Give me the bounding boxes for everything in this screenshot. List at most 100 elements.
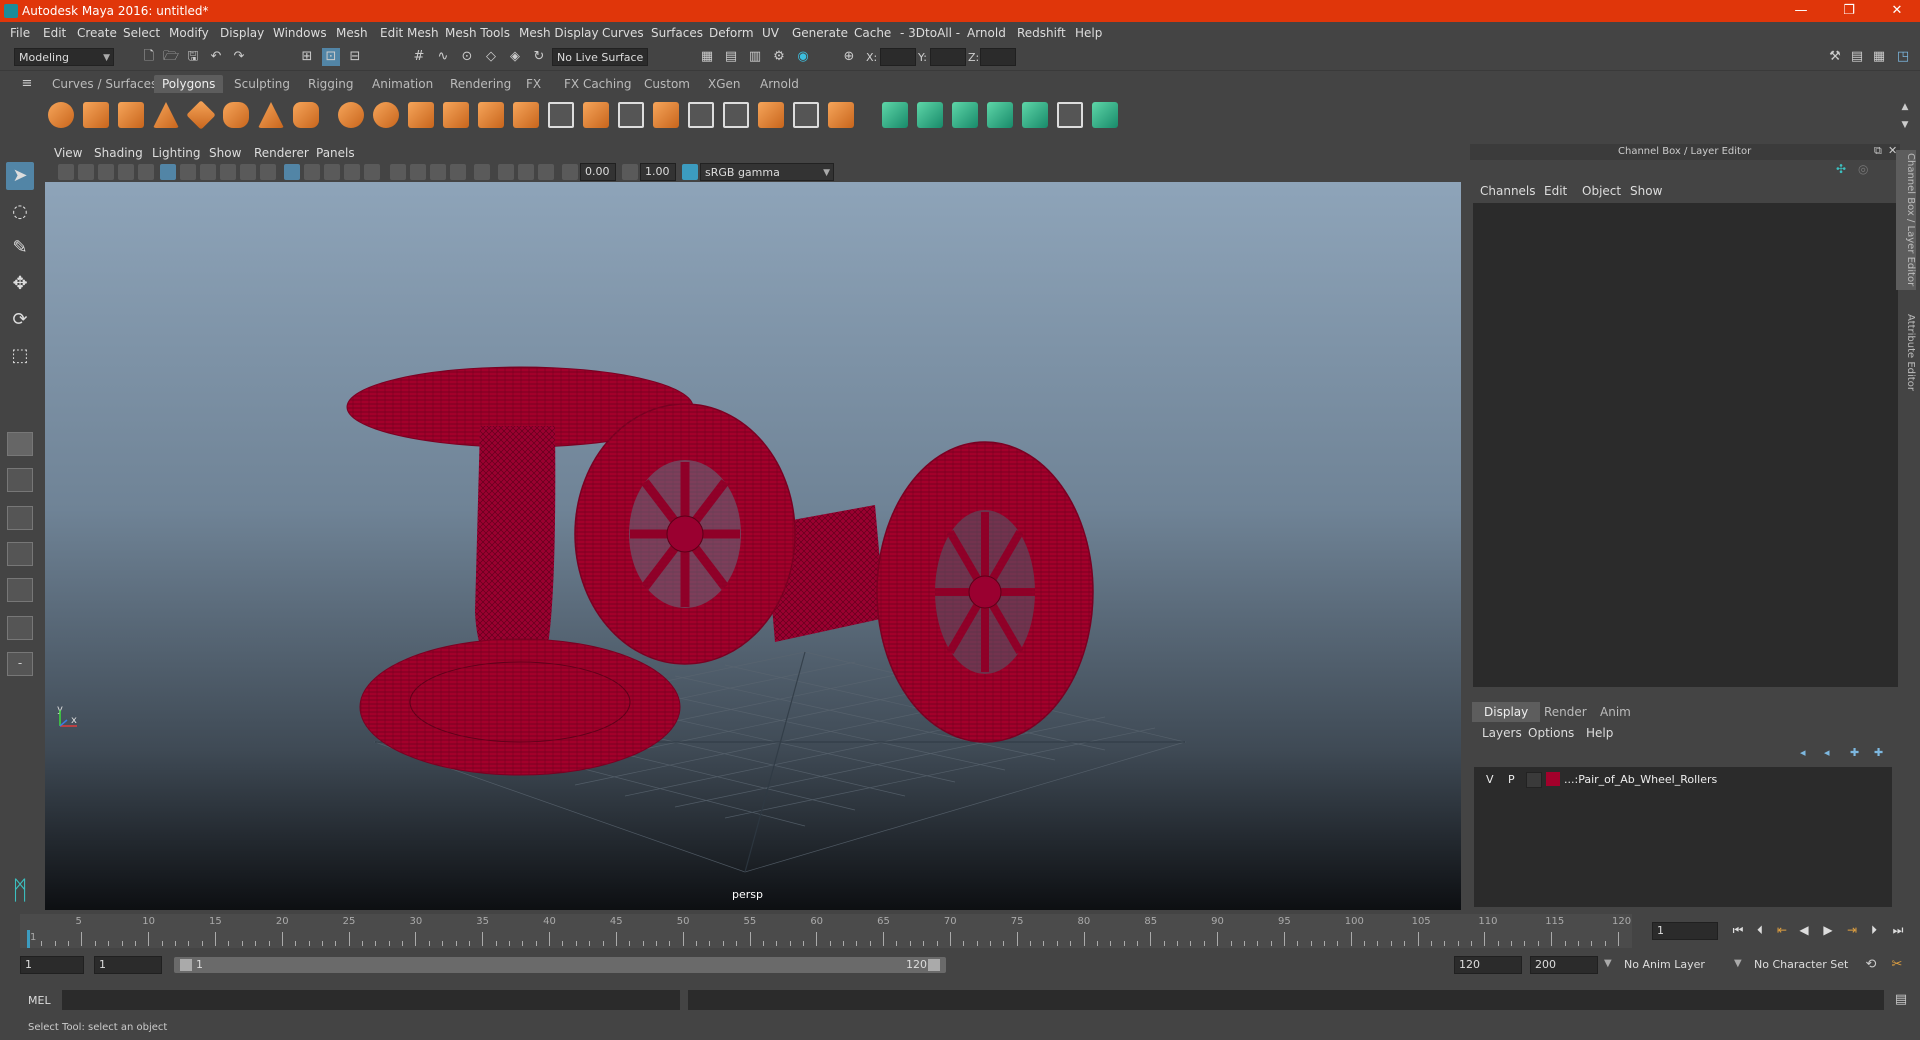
- grid-icon[interactable]: [160, 164, 176, 180]
- save-scene-icon[interactable]: 🖫: [184, 48, 202, 66]
- menu-windows[interactable]: Windows: [273, 26, 327, 40]
- script-editor-icon[interactable]: ▤: [1892, 991, 1910, 1009]
- persp-graph-layout-icon[interactable]: [7, 542, 33, 566]
- textured-icon[interactable]: [344, 164, 360, 180]
- paint-select-tool-icon[interactable]: ✎: [6, 234, 34, 262]
- fill-hole-icon[interactable]: [653, 102, 679, 128]
- move-layer-down-icon[interactable]: ◂: [1824, 746, 1830, 759]
- smooth-icon[interactable]: [478, 102, 504, 128]
- chevron-down-icon[interactable]: ▼: [1734, 958, 1742, 969]
- close-button[interactable]: ✕: [1874, 0, 1920, 22]
- range-start-handle[interactable]: [180, 959, 192, 971]
- multi-cut-icon[interactable]: [688, 102, 714, 128]
- shelf-tab-polygons[interactable]: Polygons: [154, 75, 224, 93]
- float-panel-icon[interactable]: ⧉: [1874, 144, 1882, 158]
- snap-curve-icon[interactable]: ∿: [434, 48, 452, 66]
- command-input[interactable]: [62, 990, 680, 1010]
- select-tool-icon[interactable]: ➤: [6, 162, 34, 190]
- render-settings-icon[interactable]: ⚙: [770, 48, 788, 66]
- viewport-menu-panels[interactable]: Panels: [316, 146, 355, 160]
- channel-box-menu-object[interactable]: Object: [1582, 184, 1621, 198]
- hypershade-icon[interactable]: ◉: [794, 48, 812, 66]
- layer-playback-toggle[interactable]: P: [1508, 773, 1515, 786]
- extract-icon[interactable]: [408, 102, 434, 128]
- viewport-menu-lighting[interactable]: Lighting: [152, 146, 201, 160]
- poly-cone-icon[interactable]: [153, 102, 179, 128]
- redo-icon[interactable]: ↷: [230, 48, 248, 66]
- four-view-layout-icon[interactable]: [7, 468, 33, 492]
- z-coordinate-field[interactable]: [980, 48, 1016, 66]
- menu-3dtoall[interactable]: - 3DtoAll -: [900, 26, 960, 40]
- target-weld-icon[interactable]: [723, 102, 749, 128]
- poly-cube-icon[interactable]: [83, 102, 109, 128]
- menu-surfaces[interactable]: Surfaces: [651, 26, 703, 40]
- gamma-icon[interactable]: [622, 164, 638, 180]
- current-time-indicator[interactable]: [27, 930, 30, 948]
- resolution-gate-icon[interactable]: [200, 164, 216, 180]
- snap-point-icon[interactable]: ⊙: [458, 48, 476, 66]
- camera-attributes-icon[interactable]: [78, 164, 94, 180]
- menu-edit-mesh[interactable]: Edit Mesh: [380, 26, 439, 40]
- shelf-tab-fx[interactable]: FX: [518, 75, 549, 93]
- mirror-icon[interactable]: [758, 102, 784, 128]
- persp-outliner-layout-icon[interactable]: [7, 506, 33, 530]
- menu-uv[interactable]: UV: [762, 26, 779, 40]
- minimize-button[interactable]: —: [1778, 0, 1824, 22]
- shadows-icon[interactable]: [390, 164, 406, 180]
- step-back-key-icon[interactable]: ⏴: [1750, 920, 1770, 940]
- layout-more-icon[interactable]: -: [7, 652, 33, 676]
- open-scene-icon[interactable]: 🗁: [162, 48, 180, 66]
- uv-unfold-icon[interactable]: [1022, 102, 1048, 128]
- backface-culling-icon[interactable]: [538, 164, 554, 180]
- separate-icon[interactable]: [373, 102, 399, 128]
- poly-cylinder-icon[interactable]: [118, 102, 144, 128]
- menu-cache[interactable]: Cache: [854, 26, 891, 40]
- lasso-tool-icon[interactable]: ◌: [6, 198, 34, 226]
- perspective-viewport[interactable]: y x: [45, 182, 1461, 910]
- shelf-scroll-down-icon[interactable]: ▼: [1896, 116, 1914, 134]
- go-to-end-icon[interactable]: ⏭: [1888, 920, 1908, 940]
- menu-mesh-tools[interactable]: Mesh Tools: [445, 26, 510, 40]
- field-chart-icon[interactable]: [240, 164, 256, 180]
- default-material-icon[interactable]: [324, 164, 340, 180]
- layer-type-toggle[interactable]: [1526, 772, 1542, 788]
- viewport-menu-renderer[interactable]: Renderer: [254, 146, 309, 160]
- quad-draw-icon[interactable]: [793, 102, 819, 128]
- menu-redshift[interactable]: Redshift: [1017, 26, 1066, 40]
- move-layer-up-icon[interactable]: ◂: [1800, 746, 1806, 759]
- render-icon[interactable]: ▤: [722, 48, 740, 66]
- menu-modify[interactable]: Modify: [169, 26, 209, 40]
- y-coordinate-field[interactable]: [930, 48, 966, 66]
- average-vertices-icon[interactable]: [513, 102, 539, 128]
- poly-pipe-icon[interactable]: [293, 102, 319, 128]
- film-gate-icon[interactable]: [180, 164, 196, 180]
- menu-set-dropdown[interactable]: Modeling ▼: [14, 48, 114, 66]
- attribute-editor-side-tab[interactable]: Attribute Editor: [1896, 310, 1916, 394]
- exposure-field[interactable]: 0.00: [580, 163, 616, 181]
- step-back-frame-icon[interactable]: ⇤: [1772, 920, 1792, 940]
- viewport-menu-show[interactable]: Show: [209, 146, 241, 160]
- channel-box-menu-edit[interactable]: Edit: [1544, 184, 1567, 198]
- auto-key-icon[interactable]: ⟲: [1862, 956, 1880, 974]
- layer-color-swatch[interactable]: [1546, 772, 1560, 786]
- channel-box-menu-show[interactable]: Show: [1630, 184, 1662, 198]
- menu-create[interactable]: Create: [77, 26, 117, 40]
- xray-icon[interactable]: [498, 164, 514, 180]
- shelf-menu-icon[interactable]: ≡: [18, 75, 36, 93]
- bridge-icon[interactable]: [583, 102, 609, 128]
- select-object-icon[interactable]: ⊡: [322, 48, 340, 66]
- shelf-tab-curves-surfaces[interactable]: Curves / Surfaces: [44, 75, 165, 93]
- shelf-tab-rendering[interactable]: Rendering: [442, 75, 519, 93]
- command-language-label[interactable]: MEL: [28, 994, 51, 1007]
- layer-visibility-toggle[interactable]: V: [1486, 773, 1494, 786]
- shelf-tab-arnold[interactable]: Arnold: [752, 75, 807, 93]
- step-forward-frame-icon[interactable]: ⇥: [1842, 920, 1862, 940]
- render-view-icon[interactable]: ▦: [698, 48, 716, 66]
- undo-icon[interactable]: ↶: [207, 48, 225, 66]
- color-space-dropdown[interactable]: sRGB gamma ▼: [700, 163, 834, 181]
- use-lights-icon[interactable]: [364, 164, 380, 180]
- channel-box-icon[interactable]: ◳: [1894, 48, 1912, 66]
- shelf-tab-xgen[interactable]: XGen: [700, 75, 749, 93]
- play-forwards-icon[interactable]: ▶: [1818, 920, 1838, 940]
- channel-box-menu-channels[interactable]: Channels: [1480, 184, 1536, 198]
